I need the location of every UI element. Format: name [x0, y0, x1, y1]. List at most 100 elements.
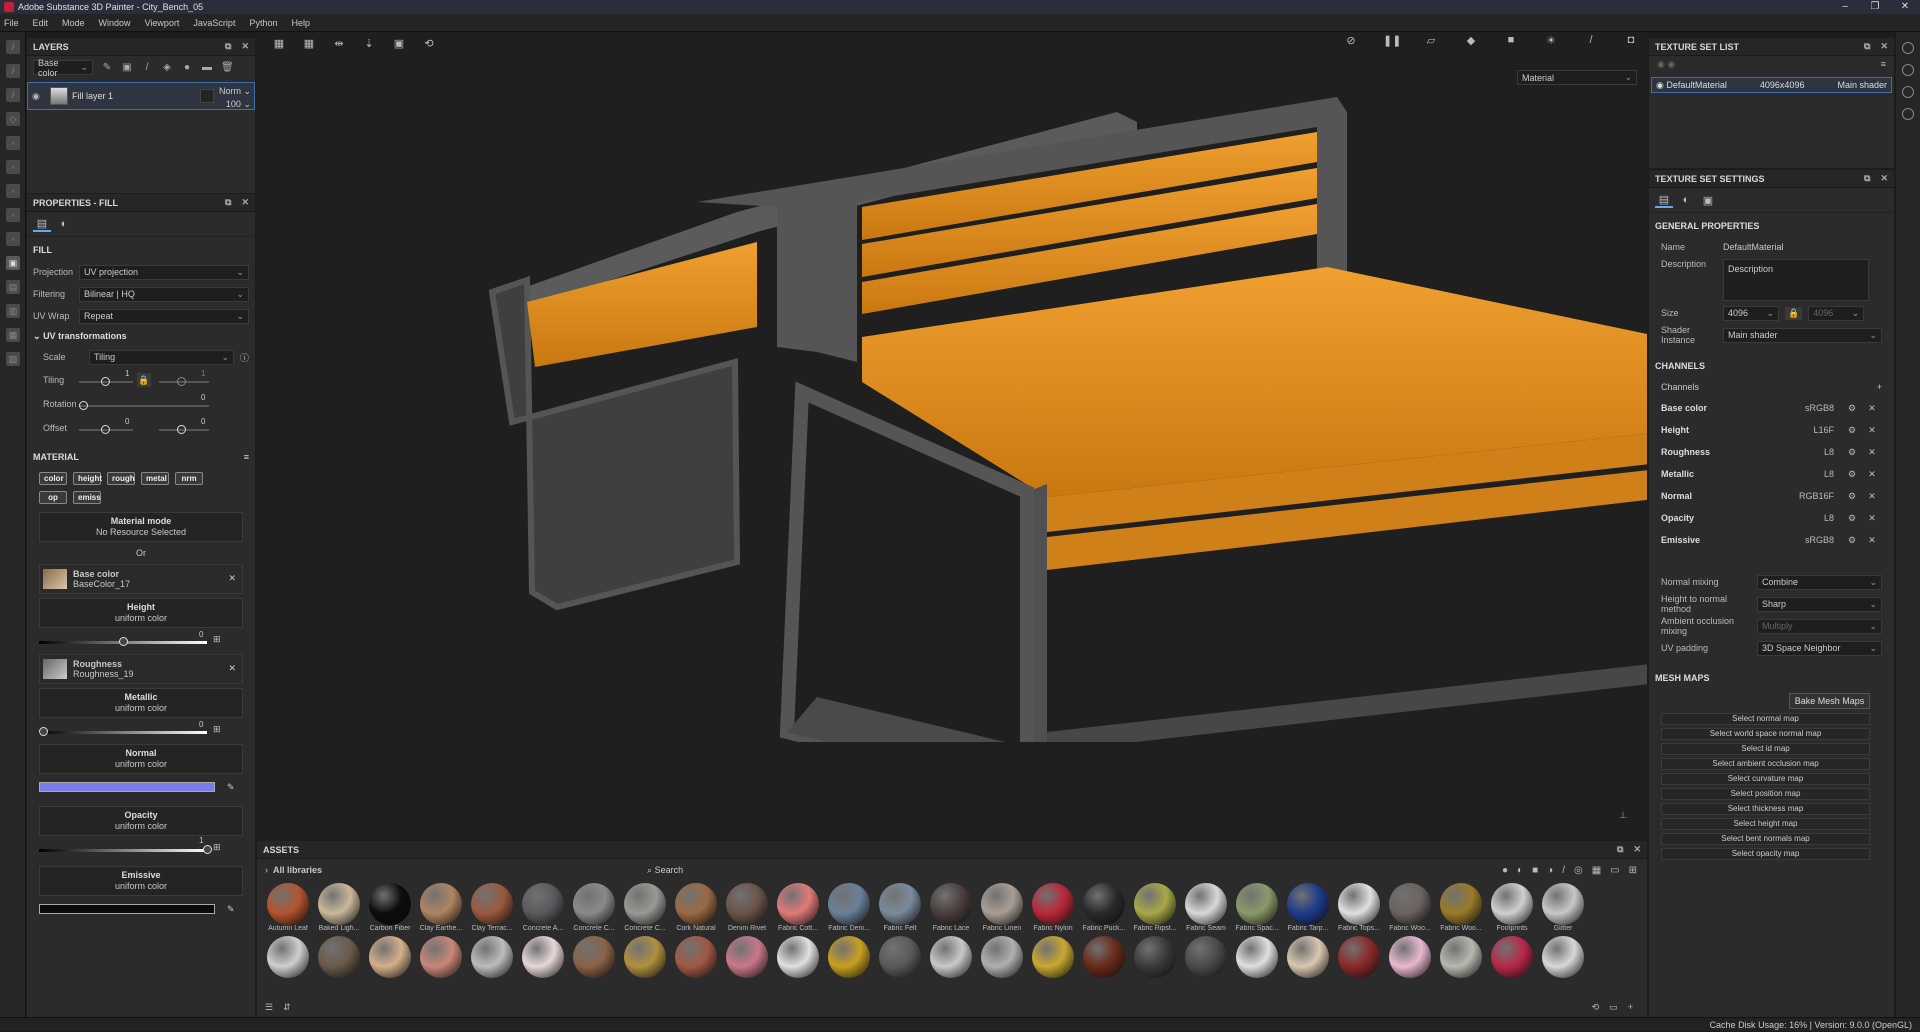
refresh-icon[interactable]: ⟲ [1592, 1002, 1600, 1013]
asset-item[interactable]: Fabric Woo... [1387, 883, 1433, 932]
remove-channel-icon[interactable]: ✕ [1862, 403, 1882, 414]
asset-item[interactable] [520, 936, 566, 978]
sort-icon[interactable]: ⇵ [283, 1002, 291, 1013]
select-map-button[interactable]: Select ambient occlusion map [1661, 758, 1870, 770]
eraser-icon[interactable]: / [6, 64, 20, 78]
chip-metal[interactable]: metal [141, 472, 169, 485]
asset-item[interactable] [1387, 936, 1433, 978]
channel-settings-icon[interactable]: ⚙ [1842, 513, 1862, 524]
undock-icon[interactable]: ⧉ [225, 41, 231, 51]
channel-format[interactable]: sRGB8 [1741, 535, 1834, 545]
light-icon[interactable]: ☀ [1543, 34, 1559, 47]
grid-view-icon[interactable]: ⊞ [1629, 865, 1637, 876]
asset-item[interactable]: Concrete A... [520, 883, 566, 932]
list-menu-icon[interactable]: ≡ [1881, 59, 1886, 70]
info-icon[interactable]: ⓘ [240, 351, 249, 364]
remove-channel-icon[interactable]: ✕ [1862, 491, 1882, 502]
remove-channel-icon[interactable]: ✕ [1862, 447, 1882, 458]
menu-help[interactable]: Help [291, 18, 310, 28]
shader-instance-select[interactable]: Main shader [1723, 327, 1882, 343]
chip-height[interactable]: height [73, 472, 102, 485]
effect-icon[interactable]: ✎ [101, 62, 113, 74]
remove-icon[interactable]: ✕ [228, 663, 236, 674]
offset-y-knob[interactable] [177, 425, 186, 434]
asset-item[interactable]: Fabric Woo... [1438, 883, 1484, 932]
remove-channel-icon[interactable]: ✕ [1862, 469, 1882, 480]
search-input[interactable]: Search [655, 865, 684, 875]
select-map-button[interactable]: Select thickness map [1661, 803, 1870, 815]
asset-item[interactable] [826, 936, 872, 978]
remove-channel-icon[interactable]: ✕ [1862, 425, 1882, 436]
asset-item[interactable]: Concrete C... [571, 883, 617, 932]
asset-item[interactable] [724, 936, 770, 978]
asset-item[interactable]: Clay Terrac... [469, 883, 515, 932]
channel-format[interactable]: L8 [1741, 447, 1834, 457]
filter-generator-icon[interactable]: ◑ [1547, 865, 1553, 876]
maximize-icon[interactable]: ❐ [1860, 0, 1890, 14]
close-panel-icon[interactable]: ✕ [1633, 844, 1641, 854]
projection-icon[interactable]: / [6, 88, 20, 102]
offset-x-knob[interactable] [101, 425, 110, 434]
filter-environment-icon[interactable]: ▭ [1610, 865, 1619, 876]
history-icon[interactable] [1902, 86, 1914, 98]
asset-item[interactable] [1438, 936, 1484, 978]
asset-item[interactable]: Fabric Tarp... [1285, 883, 1331, 932]
asset-item[interactable] [1336, 936, 1382, 978]
projection-select[interactable]: UV projection [79, 264, 249, 280]
asset-item[interactable] [367, 936, 413, 978]
chip-nrm[interactable]: nrm [175, 472, 203, 485]
asset-item[interactable] [622, 936, 668, 978]
eyedropper-icon[interactable]: ✎ [227, 904, 235, 915]
base-color-slot[interactable]: Base color BaseColor_17 ✕ [39, 564, 243, 594]
select-map-button[interactable]: Select curvature map [1661, 773, 1870, 785]
normal-slot[interactable]: Normal uniform color [39, 744, 243, 774]
layer-row[interactable]: ◉ Fill layer 1 Norm ⌄ 100 ⌄ [27, 82, 255, 110]
asset-item[interactable] [928, 936, 974, 978]
select-map-button[interactable]: Select id map [1661, 743, 1870, 755]
remove-icon[interactable]: ✕ [228, 573, 236, 584]
channel-row[interactable]: Base color sRGB8 ⚙ ✕ [1649, 397, 1894, 419]
undock-icon[interactable]: ⧉ [1864, 41, 1870, 51]
material-tab-icon[interactable]: ◐ [55, 216, 73, 232]
channel-format[interactable]: L8 [1741, 513, 1834, 523]
channel-row[interactable]: Roughness L8 ⚙ ✕ [1649, 441, 1894, 463]
name-value[interactable]: DefaultMaterial [1723, 242, 1784, 252]
picker-icon[interactable]: ⊞ [213, 724, 221, 735]
folder-icon[interactable]: ▬ [201, 62, 213, 74]
uv-padding-select[interactable]: 3D Space Neighbor [1757, 640, 1882, 656]
chip-color[interactable]: color [39, 472, 67, 485]
select-map-button[interactable]: Select position map [1661, 788, 1870, 800]
close-panel-icon[interactable]: ✕ [241, 41, 249, 51]
metallic-slot[interactable]: Metallic uniform color [39, 688, 243, 718]
channel-settings-icon[interactable]: ⚙ [1842, 491, 1862, 502]
geometry-mask-icon[interactable]: ◇ [6, 112, 20, 126]
asset-item[interactable]: Autumn Leaf [265, 883, 311, 932]
height-to-normal-select[interactable]: Sharp [1757, 596, 1882, 612]
asset-item[interactable] [571, 936, 617, 978]
channel-format[interactable]: L16F [1741, 425, 1834, 435]
uvwrap-select[interactable]: Repeat [79, 308, 249, 324]
channel-settings-icon[interactable]: ⚙ [1842, 403, 1862, 414]
asset-item[interactable]: Footprints [1489, 883, 1535, 932]
symmetry-icon[interactable]: ⇹ [331, 37, 347, 50]
opacity-slot[interactable]: Opacity uniform color [39, 806, 243, 836]
align-icon[interactable]: ⇣ [361, 37, 377, 50]
display-icon[interactable]: ▧ [6, 352, 20, 366]
single-view-icon[interactable]: ▦ [271, 37, 287, 50]
bake-icon[interactable]: ▤ [6, 280, 20, 294]
asset-item[interactable]: Fabric Nylon [1030, 883, 1076, 932]
fill-tab-icon[interactable]: ▤ [33, 216, 51, 232]
collapse-arrow-icon[interactable]: ⌄ [33, 331, 41, 341]
size-select-2[interactable]: 4096 [1808, 305, 1865, 321]
expand-arrow-icon[interactable]: › [265, 865, 268, 875]
window-icon[interactable]: ▭ [1609, 1002, 1618, 1013]
select-map-button[interactable]: Select opacity map [1661, 848, 1870, 860]
opacity-slider-knob[interactable] [203, 845, 212, 854]
shader-tab-icon[interactable]: ◐ [1677, 192, 1695, 208]
roughness-slot[interactable]: Roughness Roughness_19 ✕ [39, 654, 243, 684]
visibility-eye-icon[interactable]: ◉ [32, 91, 46, 102]
asset-item[interactable]: Fabric Linen [979, 883, 1025, 932]
hide-icon[interactable]: ⊘ [1343, 34, 1359, 47]
asset-item[interactable] [1540, 936, 1586, 978]
picker-icon[interactable]: ⊞ [213, 634, 221, 645]
